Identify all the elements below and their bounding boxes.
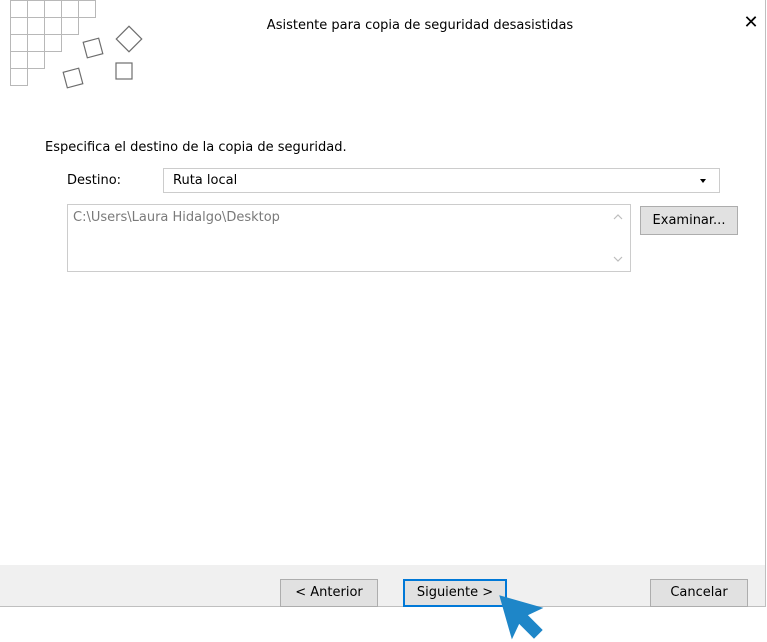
- scroll-down-icon[interactable]: [613, 254, 623, 264]
- browse-button[interactable]: Examinar...: [640, 206, 738, 235]
- scroll-up-icon[interactable]: [613, 212, 623, 222]
- path-textarea[interactable]: C:\Users\Laura Hidalgo\Desktop: [67, 204, 631, 272]
- back-button[interactable]: < Anterior: [280, 579, 378, 607]
- mouse-pointer-icon: [499, 595, 544, 640]
- window-title: Asistente para copia de seguridad desasi…: [266, 18, 574, 33]
- path-scrollbar[interactable]: [606, 205, 630, 271]
- wizard-window: Asistente para copia de seguridad desasi…: [0, 0, 766, 607]
- close-icon[interactable]: ✕: [742, 12, 760, 34]
- destination-select[interactable]: Ruta local: [163, 168, 720, 193]
- path-value: C:\Users\Laura Hidalgo\Desktop: [73, 210, 280, 225]
- next-button[interactable]: Siguiente >: [403, 579, 507, 607]
- destination-label: Destino:: [67, 173, 122, 188]
- wizard-logo-icon: [10, 0, 143, 89]
- dropdown-arrow-icon: [700, 179, 706, 183]
- instruction-text: Especifica el destino de la copia de seg…: [45, 140, 347, 155]
- cancel-button[interactable]: Cancelar: [650, 579, 748, 607]
- wizard-footer: < Anterior Siguiente > Cancelar: [0, 565, 765, 607]
- destination-selected-value: Ruta local: [173, 173, 238, 188]
